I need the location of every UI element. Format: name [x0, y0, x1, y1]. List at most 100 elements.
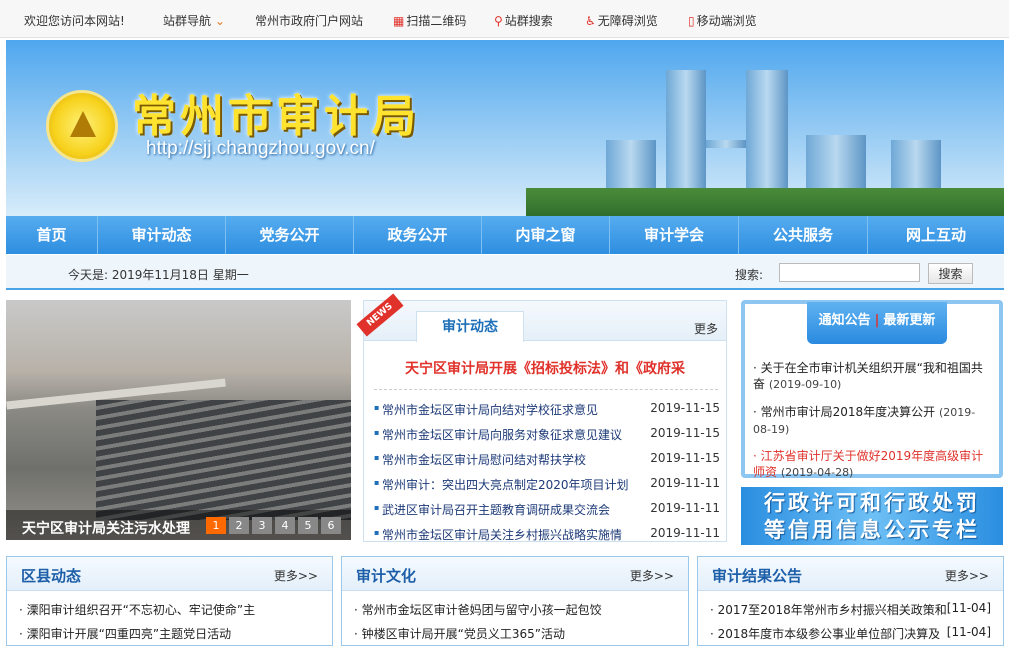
audit-emblem-logo [46, 90, 118, 162]
building-left [666, 70, 706, 190]
mobile-link[interactable]: ▯ 移动端浏览 [688, 12, 757, 29]
list-item[interactable]: 2018年度市本级参公事业单位部门决算及 [710, 625, 941, 642]
notice-item-date: (2019-09-10) [768, 378, 842, 391]
site-group-nav-link[interactable]: 站群导航 ⌄ [163, 12, 225, 29]
site-url: http://sjj.changzhou.gov.cn/ [146, 138, 375, 159]
date-search-bar: 今天是: 2019年11月18日 星期一 搜索: 搜索 [6, 255, 1004, 290]
tab-separator: | [874, 313, 880, 328]
news-headline[interactable]: 天宁区审计局开展《招标投标法》和《政府采 [364, 358, 726, 378]
search-button[interactable]: 搜索 [928, 263, 973, 284]
nav-internal-audit[interactable]: 内审之窗 [482, 216, 610, 254]
news-more-link[interactable]: 更多 [694, 320, 718, 337]
mobile-icon: ▯ [688, 14, 695, 28]
news-item-title: 常州审计：突出四大亮点制定2020年项目计划 [374, 476, 629, 493]
building-low-1 [606, 140, 656, 190]
tab-audit-news[interactable]: 审计动态 [416, 311, 524, 342]
news-item-date: 2019-11-11 [650, 501, 720, 515]
list-item[interactable]: 溧阳审计组织召开“不忘初心、牢记使命”主 [19, 601, 255, 618]
nav-audit-society[interactable]: 审计学会 [610, 216, 739, 254]
chevron-down-icon: ⌄ [214, 14, 225, 28]
news-item-title: 常州市金坛区审计局向结对学校征求意见 [374, 401, 598, 418]
today-date: 今天是: 2019年11月18日 星期一 [68, 268, 249, 282]
site-search-link[interactable]: ⚲ 站群搜索 [494, 12, 553, 29]
accessible-label: 无障碍浏览 [597, 14, 658, 28]
list-item[interactable]: 溧阳审计开展“四重四亮”主题党日活动 [19, 625, 231, 642]
audit-news-panel: NEWS 审计动态 更多 天宁区审计局开展《招标投标法》和《政府采 常州市金坛区… [356, 293, 727, 542]
county-news-panel: 区县动态 更多>> 溧阳审计组织召开“不忘初心、牢记使命”主 溧阳审计开展“四重… [6, 556, 333, 646]
panel-header: 审计文化 更多>> [342, 557, 688, 591]
news-item-title: 武进区审计局召开主题教育调研成果交流会 [374, 501, 610, 518]
photo-slider[interactable]: 天宁区审计局关注污水处理 1 2 3 4 5 6 [6, 300, 351, 540]
notice-item[interactable]: · 常州市审计局2018年度决算公开 (2019-08-19) [753, 404, 985, 438]
mobile-label: 移动端浏览 [696, 14, 757, 28]
news-item[interactable]: 常州审计：突出四大亮点制定2020年项目计划 2019-11-11 [374, 476, 720, 496]
news-item-date: 2019-11-11 [650, 526, 720, 540]
nav-party-affairs[interactable]: 党务公开 [226, 216, 354, 254]
news-item-date: 2019-11-15 [650, 401, 720, 415]
building-low-2 [806, 135, 866, 190]
news-item-date: 2019-11-15 [650, 426, 720, 440]
panel-title: 区县动态 [21, 567, 82, 585]
accessible-link[interactable]: ♿ 无障碍浏览 [585, 12, 658, 29]
notice-panel-header: 通知公告 | 最新更新 [807, 302, 947, 344]
nav-audit-news[interactable]: 审计动态 [98, 216, 226, 254]
sewage-tank-image [96, 400, 351, 520]
slider-page-2[interactable]: 2 [229, 517, 249, 534]
slider-caption-bar: 天宁区审计局关注污水处理 1 2 3 4 5 6 [6, 510, 351, 540]
search-label: 搜索: [735, 268, 764, 282]
news-item[interactable]: 武进区审计局召开主题教育调研成果交流会 2019-11-11 [374, 501, 720, 521]
panel-header: 区县动态 更多>> [7, 557, 332, 591]
tree-line [526, 188, 1004, 216]
divider [374, 389, 718, 390]
gov-portal-link[interactable]: 常州市政府门户网站 [255, 12, 363, 29]
building-low-3 [891, 140, 941, 190]
qrcode-icon: ▦ [393, 14, 405, 28]
welcome-text: 欢迎您访问本网站! [24, 14, 125, 28]
news-item[interactable]: 常州市金坛区审计局向服务对象征求意见建议 2019-11-15 [374, 426, 720, 446]
qrcode-label: 扫描二维码 [406, 14, 467, 28]
slider-page-1[interactable]: 1 [206, 517, 226, 534]
panel-more-link[interactable]: 更多>> [945, 567, 989, 584]
top-bar: 欢迎您访问本网站! 站群导航 ⌄ 常州市政府门户网站 ▦ 扫描二维码 ⚲ 站群搜索 … [0, 0, 1009, 38]
list-item-date: [11-04] [946, 625, 991, 639]
nav-home[interactable]: 首页 [6, 216, 98, 254]
nav-online-interaction[interactable]: 网上互动 [868, 216, 1004, 254]
notice-panel: 通知公告 | 最新更新 · 关于在全市审计机关组织开展“我和祖国共奋 (2019-0… [741, 300, 1003, 481]
news-item[interactable]: 常州市金坛区审计局关注乡村振兴战略实施情 2019-11-11 [374, 526, 720, 546]
panel-title: 审计文化 [356, 567, 417, 585]
slider-page-5[interactable]: 5 [298, 517, 318, 534]
list-item[interactable]: 常州市金坛区审计爸妈团与留守小孩一起包饺 [354, 601, 602, 618]
notice-item-date: (2019-04-28) [780, 466, 854, 479]
news-item[interactable]: 常州市金坛区审计局向结对学校征求意见 2019-11-15 [374, 401, 720, 421]
news-item-date: 2019-11-11 [650, 476, 720, 490]
panel-more-link[interactable]: 更多>> [630, 567, 674, 584]
audit-results-panel: 审计结果公告 更多>> 2017至2018年常州市乡村振兴相关政策和 [11-0… [697, 556, 1004, 646]
list-item[interactable]: 2017至2018年常州市乡村振兴相关政策和 [710, 601, 947, 618]
slider-page-4[interactable]: 4 [275, 517, 295, 534]
search-input[interactable] [779, 263, 920, 282]
panel-more-link[interactable]: 更多>> [274, 567, 318, 584]
building-bridge [706, 140, 746, 148]
tab-latest[interactable]: 最新更新 [883, 313, 935, 328]
nav-gov-affairs[interactable]: 政务公开 [354, 216, 482, 254]
news-item-title: 常州市金坛区审计局慰问结对帮扶学校 [374, 451, 586, 468]
notice-item[interactable]: · 江苏省审计厅关于做好2019年度高级审计师资 (2019-04-28) [753, 448, 985, 481]
main-nav: 首页 审计动态 党务公开 政务公开 内审之窗 审计学会 公共服务 网上互动 [6, 216, 1004, 254]
slider-page-6[interactable]: 6 [321, 517, 341, 534]
list-item[interactable]: 钟楼区审计局开展“党员义工365”活动 [354, 625, 565, 642]
search-icon: ⚲ [494, 14, 503, 28]
slider-caption[interactable]: 天宁区审计局关注污水处理 [22, 518, 190, 538]
news-item-title: 常州市金坛区审计局关注乡村振兴战略实施情 [374, 526, 622, 543]
tab-notice[interactable]: 通知公告 [819, 313, 871, 328]
qrcode-link[interactable]: ▦ 扫描二维码 [393, 12, 466, 29]
header-banner: 常州市审计局 http://sjj.changzhou.gov.cn/ [6, 40, 1004, 216]
slider-page-3[interactable]: 3 [252, 517, 272, 534]
credit-info-banner[interactable]: 行政许可和行政处罚 等信用信息公示专栏 [741, 487, 1003, 545]
news-item-date: 2019-11-15 [650, 451, 720, 465]
news-item[interactable]: 常州市金坛区审计局慰问结对帮扶学校 2019-11-15 [374, 451, 720, 471]
list-item-date: [11-04] [946, 601, 991, 615]
notice-item[interactable]: · 关于在全市审计机关组织开展“我和祖国共奋 (2019-09-10) [753, 360, 985, 393]
credit-banner-line2: 等信用信息公示专栏 [764, 518, 980, 542]
nav-public-service[interactable]: 公共服务 [739, 216, 868, 254]
site-search-label: 站群搜索 [504, 14, 553, 28]
